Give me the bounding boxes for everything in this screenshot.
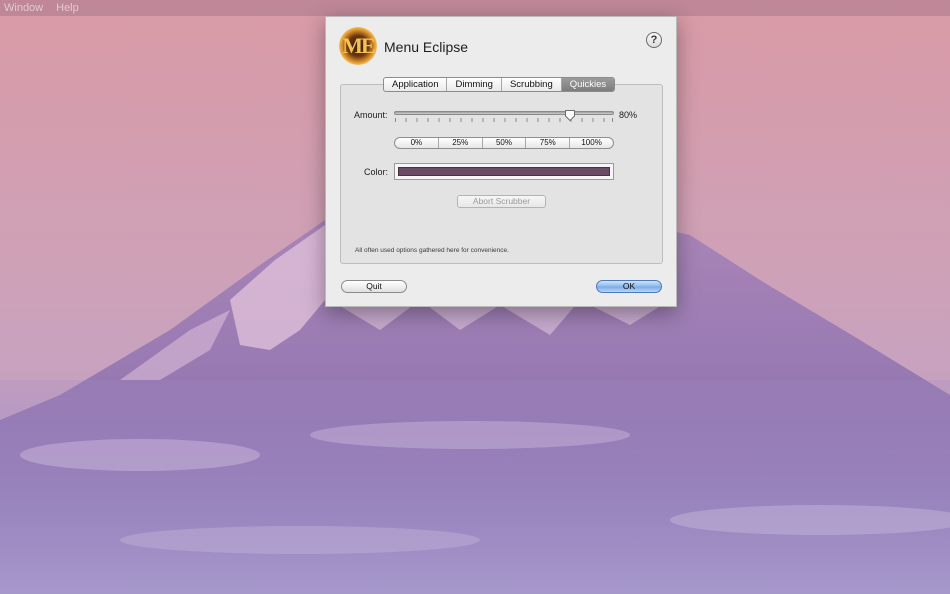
preset-0[interactable]: 0% — [395, 138, 439, 148]
preset-75[interactable]: 75% — [526, 138, 571, 148]
tab-application[interactable]: Application — [384, 78, 448, 91]
menu-bar: Window Help — [0, 0, 950, 16]
amount-slider[interactable] — [394, 111, 614, 115]
amount-slider-ticks — [395, 118, 613, 122]
app-title: Menu Eclipse — [384, 39, 469, 55]
color-swatch — [398, 167, 610, 176]
app-icon-letters: ME — [342, 33, 375, 58]
color-well[interactable] — [394, 163, 614, 180]
app-icon: ME — [339, 27, 377, 65]
abort-scrubber-button[interactable]: Abort Scrubber — [457, 195, 546, 208]
footnote: All often used options gathered here for… — [355, 247, 509, 254]
tab-scrubbing[interactable]: Scrubbing — [502, 78, 562, 91]
preferences-dialog: ME Menu Eclipse ? Application Dimming Sc… — [325, 16, 677, 307]
ok-button[interactable]: OK — [596, 280, 662, 293]
tab-dimming[interactable]: Dimming — [447, 78, 502, 91]
color-label: Color: — [364, 167, 389, 177]
tab-quickies[interactable]: Quickies — [561, 78, 615, 91]
preset-25[interactable]: 25% — [439, 138, 483, 148]
preset-100[interactable]: 100% — [570, 138, 613, 148]
amount-presets: 0% 25% 50% 75% 100% — [394, 137, 614, 149]
preset-50[interactable]: 50% — [483, 138, 527, 148]
amount-slider-knob[interactable] — [565, 108, 575, 122]
amount-label: Amount: — [354, 110, 388, 120]
menu-help[interactable]: Help — [56, 2, 79, 14]
menu-window[interactable]: Window — [4, 2, 43, 14]
quit-button[interactable]: Quit — [341, 280, 407, 293]
help-button[interactable]: ? — [646, 32, 662, 48]
amount-value: 80% — [619, 110, 638, 120]
tab-bar: Application Dimming Scrubbing Quickies — [383, 77, 616, 92]
